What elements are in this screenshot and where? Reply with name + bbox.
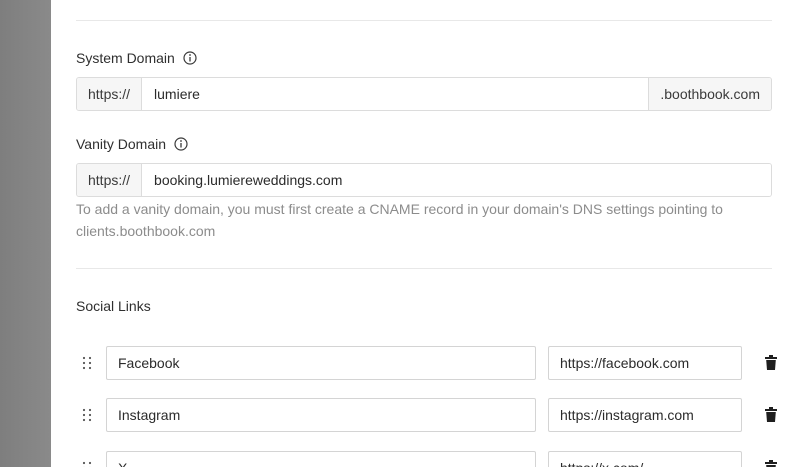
info-icon[interactable] [174, 137, 188, 151]
social-link-row: Facebook https://facebook.com [76, 346, 787, 380]
social-link-name-input[interactable]: Facebook [106, 346, 536, 380]
vanity-domain-input-group: https:// booking.lumiereweddings.com [76, 163, 772, 197]
vanity-domain-input[interactable]: booking.lumiereweddings.com [142, 164, 771, 196]
social-links-title: Social Links [76, 298, 151, 314]
system-domain-label-text: System Domain [76, 50, 175, 66]
settings-panel: System Domain https:// lumiere .boothboo… [51, 0, 787, 467]
social-link-url-input[interactable]: https://facebook.com [548, 346, 742, 380]
trash-icon[interactable] [765, 407, 777, 422]
social-link-url-input[interactable]: https://x.com/ [548, 451, 742, 467]
vanity-domain-label: Vanity Domain [76, 134, 188, 154]
social-link-name-input[interactable]: X [106, 451, 536, 467]
system-domain-prefix: https:// [77, 78, 143, 110]
system-domain-label: System Domain [76, 48, 197, 68]
social-link-row: X https://x.com/ [76, 451, 787, 467]
top-divider [76, 20, 772, 21]
drag-handle-icon[interactable] [81, 408, 93, 422]
system-domain-input[interactable]: lumiere [142, 78, 649, 110]
social-link-name-input[interactable]: Instagram [106, 398, 536, 432]
system-domain-suffix: .boothbook.com [648, 78, 771, 110]
modal-backdrop[interactable] [0, 0, 51, 467]
drag-handle-icon[interactable] [81, 461, 93, 467]
social-link-row: Instagram https://instagram.com [76, 398, 787, 432]
section-divider [76, 268, 772, 269]
vanity-domain-label-text: Vanity Domain [76, 136, 167, 152]
drag-handle-icon[interactable] [81, 356, 93, 370]
vanity-domain-prefix: https:// [77, 164, 143, 196]
trash-icon[interactable] [765, 460, 777, 467]
social-link-url-input[interactable]: https://instagram.com [548, 398, 742, 432]
info-icon[interactable] [183, 51, 197, 65]
trash-icon[interactable] [765, 355, 777, 370]
vanity-domain-help-text: To add a vanity domain, you must first c… [76, 201, 723, 239]
system-domain-input-group: https:// lumiere .boothbook.com [76, 77, 772, 111]
app-screen: System Domain https:// lumiere .boothboo… [0, 0, 787, 467]
